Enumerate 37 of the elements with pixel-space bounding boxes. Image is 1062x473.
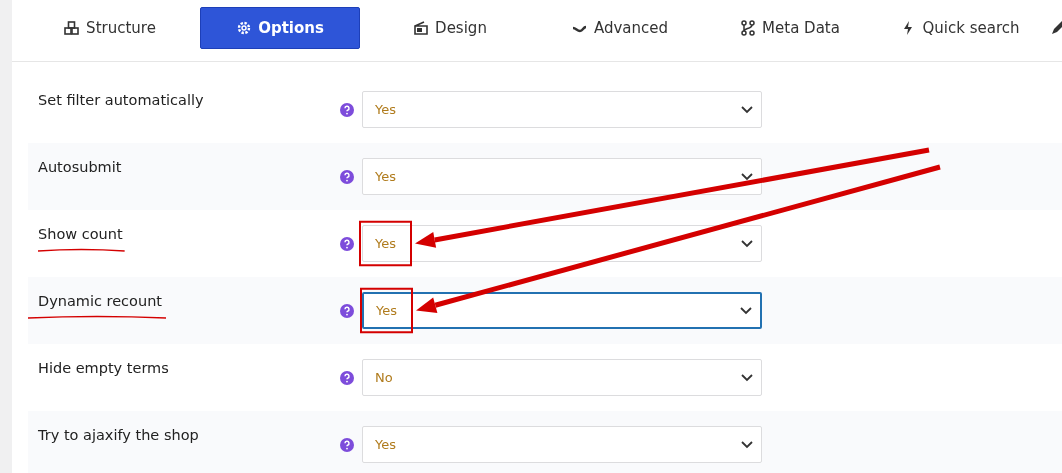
chevron-icon [741,440,753,449]
gear-icon [236,20,253,36]
highlight-box [360,287,413,334]
help-icon[interactable] [340,370,354,385]
help-icon[interactable] [340,437,354,452]
select-field[interactable]: Yes [362,158,762,195]
chevron-icon [741,172,753,181]
tab[interactable]: Options [200,7,360,49]
option-label: Hide empty terms [38,359,170,378]
select-field[interactable]: Yes [362,91,762,128]
option-label: Show count [38,225,124,244]
highlight-box [359,220,412,267]
select-field[interactable]: Yes [362,292,762,329]
select-field[interactable]: Yes [362,225,762,262]
chevron-icon [741,373,753,382]
tab[interactable]: Meta Data [710,7,870,49]
option-label: Try to ajaxify the shop [38,426,200,445]
option-label: Autosubmit [38,158,123,177]
option-label: Dynamic recount [38,292,164,311]
help-icon[interactable] [340,236,354,251]
tab[interactable]: Structure [30,7,190,49]
help-icon[interactable] [340,102,354,117]
pen-icon [1050,20,1062,36]
chevron-icon [740,306,752,315]
cubes-icon [64,20,81,36]
help-icon[interactable] [340,303,354,318]
tab[interactable]: Quick search [880,7,1040,49]
chevron-icon [741,105,753,114]
select-field[interactable]: No [362,359,762,396]
select-field[interactable]: Yes [362,426,762,463]
tab[interactable]: Design [370,7,530,49]
chevron-icon [741,239,753,248]
option-label: Set filter automatically [38,91,205,110]
help-icon[interactable] [340,169,354,184]
nodes-icon [740,20,757,36]
tab[interactable]: Advanced [540,7,700,49]
window-icon [413,20,430,36]
